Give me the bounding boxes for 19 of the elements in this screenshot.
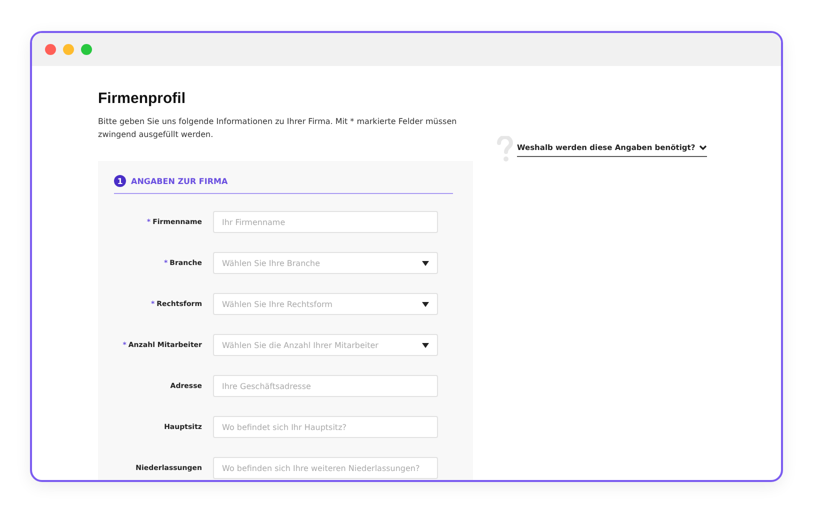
input-field[interactable]: Ihr Firmenname <box>213 211 438 233</box>
close-dot-icon[interactable] <box>45 44 56 55</box>
section-title: ANGABEN ZUR FIRMA <box>131 176 228 186</box>
step-number: 1 <box>114 175 126 187</box>
select-field[interactable]: Wählen Sie Ihre Branche <box>213 252 438 274</box>
caret-icon <box>422 342 429 348</box>
intro-text: Bitte geben Sie uns folgende Informationen zu Ihrer Firma. Mit * markierte Felder müssen zwingend ausgefüllt werden. <box>98 116 458 141</box>
caret-icon <box>422 260 429 266</box>
select-field[interactable]: Wählen Sie Ihre Rechtsform <box>213 293 438 315</box>
input-field[interactable]: Wo befindet sich Ihr Hauptsitz? <box>213 416 438 438</box>
chevron-icon <box>699 144 707 150</box>
caret-icon <box>422 302 429 306</box>
select-field[interactable]: Wählen Sie die Anzahl Ihrer Mitarbeiter <box>213 334 438 356</box>
maximize-dot-icon[interactable] <box>81 44 92 55</box>
input-field[interactable]: Ihre Geschäftsadresse <box>213 375 438 397</box>
page-title: Firmenprofil <box>98 90 187 107</box>
input-field[interactable]: Wo befinden sich Ihre weiteren Niederlassungen? <box>213 457 438 479</box>
question-icon <box>497 136 513 162</box>
minimize-dot-icon[interactable] <box>63 44 74 55</box>
